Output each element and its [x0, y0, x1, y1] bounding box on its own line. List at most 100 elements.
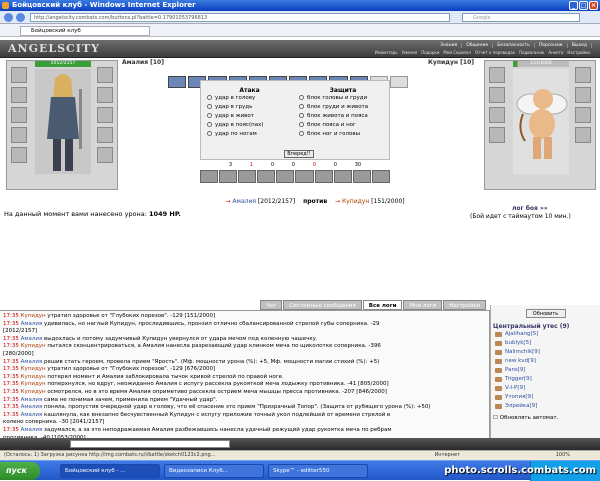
task-skype[interactable]: Skype™ - editter550: [268, 464, 368, 478]
attack-option[interactable]: удар по ногам: [207, 130, 292, 139]
message-author[interactable]: Купидун: [21, 313, 46, 319]
shield-slot[interactable]: [97, 107, 113, 123]
ring2-slot[interactable]: [97, 147, 113, 163]
ability-icon[interactable]: [276, 170, 295, 183]
ability-icon[interactable]: [314, 170, 333, 183]
vs-enemy-name[interactable]: Купидун: [342, 198, 369, 205]
message-author[interactable]: Купидун: [21, 366, 46, 372]
ability-icon[interactable]: [295, 170, 314, 183]
radio-icon[interactable]: [299, 122, 304, 127]
action-slot-empty[interactable]: [389, 76, 409, 88]
forward-icon[interactable]: [16, 13, 25, 22]
vs-player-name[interactable]: Амалия: [232, 198, 256, 205]
ability-icon[interactable]: [371, 170, 390, 183]
message-author[interactable]: Купидун: [21, 389, 46, 395]
subnav-item[interactable]: Инвентарь: [373, 50, 400, 55]
auto-refresh-checkbox[interactable]: ☐ Обновлять автомат.: [493, 415, 598, 421]
tab-all-logs[interactable]: Все логи: [362, 300, 403, 310]
helmet-slot[interactable]: [11, 67, 27, 83]
ability-icon[interactable]: [238, 170, 257, 183]
start-button[interactable]: пуск: [0, 462, 40, 480]
subnav-item[interactable]: Отчет о переводах: [473, 50, 517, 55]
user-item[interactable]: Элрейка[9]: [493, 402, 598, 411]
user-item[interactable]: Nalimchik[9]: [493, 348, 598, 357]
defense-option[interactable]: блок ног и головы: [299, 130, 387, 139]
amulet-slot[interactable]: [97, 67, 113, 83]
tab-system[interactable]: Системные сообщения: [283, 300, 362, 310]
subnav-item[interactable]: Мой Скрипач: [441, 50, 473, 55]
subnav-item[interactable]: Настройки: [565, 50, 592, 55]
attack-option[interactable]: удар в пояс(пах): [207, 121, 292, 130]
subnav-item[interactable]: Подарки: [419, 50, 441, 55]
tab-settings[interactable]: Настройки: [443, 300, 487, 310]
nav-character[interactable]: Персонаж: [535, 43, 568, 48]
message-author[interactable]: Амалия: [21, 397, 43, 403]
go-button[interactable]: Вперед!!: [284, 150, 314, 158]
user-item[interactable]: Pans[9]: [493, 366, 598, 375]
radio-icon[interactable]: [299, 131, 304, 136]
ability-icon[interactable]: [219, 170, 238, 183]
radio-icon[interactable]: [299, 95, 304, 100]
boots-slot[interactable]: [97, 127, 113, 143]
nav-knowledge[interactable]: Знания: [436, 43, 463, 48]
defense-option[interactable]: блок головы и груди: [299, 94, 387, 103]
defense-option[interactable]: блок живота и пояса: [299, 112, 387, 121]
ability-icon[interactable]: [333, 170, 352, 183]
player-name[interactable]: Амалия [10]: [122, 59, 164, 66]
ability-icon[interactable]: [200, 170, 219, 183]
defense-option[interactable]: блок пояса и ног: [299, 121, 387, 130]
radio-icon[interactable]: [299, 113, 304, 118]
belt-slot[interactable]: [11, 127, 27, 143]
close-button[interactable]: ×: [589, 1, 598, 10]
message-author[interactable]: Купидун: [21, 343, 46, 349]
radio-icon[interactable]: [299, 104, 304, 109]
message-author[interactable]: Амалия: [21, 427, 43, 433]
search-input[interactable]: Google: [462, 13, 580, 22]
message-author[interactable]: Амалия: [21, 321, 43, 327]
subnav-item[interactable]: Подвальчик: [517, 50, 546, 55]
tab-chat[interactable]: Чат: [260, 300, 283, 310]
ability-icon[interactable]: [257, 170, 276, 183]
address-input[interactable]: http://angelscity.combats.com/buttons.pl…: [30, 13, 450, 22]
task-video[interactable]: Видеозаписи Клуб...: [164, 464, 264, 478]
user-item[interactable]: new kvd[9]: [493, 357, 598, 366]
user-item[interactable]: V-I-P[9]: [493, 384, 598, 393]
ability-icon[interactable]: [352, 170, 371, 183]
message-author[interactable]: Амалия: [21, 412, 43, 418]
user-item[interactable]: bublyk[5]: [493, 339, 598, 348]
radio-icon[interactable]: [207, 131, 212, 136]
message-author[interactable]: Амалия: [21, 359, 43, 365]
tab-my-logs[interactable]: Мои логи: [403, 300, 443, 310]
armor-slot[interactable]: [11, 107, 27, 123]
nav-exit[interactable]: Выход: [568, 43, 592, 48]
user-item[interactable]: Trigger[9]: [493, 375, 598, 384]
browser-tab[interactable]: Бойцовский клуб: [20, 26, 150, 36]
action-slot[interactable]: [168, 76, 187, 88]
enemy-name[interactable]: Купидун [10]: [428, 59, 474, 66]
minimize-button[interactable]: _: [569, 1, 578, 10]
attack-option[interactable]: удар в голову: [207, 94, 292, 103]
maximize-button[interactable]: □: [579, 1, 588, 10]
message-author[interactable]: Купидун: [21, 374, 46, 380]
attack-option[interactable]: удар в живот: [207, 112, 292, 121]
back-icon[interactable]: [4, 13, 13, 22]
radio-icon[interactable]: [207, 122, 212, 127]
chat-input[interactable]: [70, 440, 230, 448]
ring-slot[interactable]: [11, 147, 27, 163]
weapon-slot[interactable]: [11, 87, 27, 103]
user-item[interactable]: Утопия[9]: [493, 393, 598, 402]
subnav-item[interactable]: Анкета: [546, 50, 565, 55]
task-ie[interactable]: Бойцовский клуб - ...: [60, 464, 160, 478]
subnav-item[interactable]: Умения: [400, 50, 420, 55]
nav-chat[interactable]: Общение: [462, 43, 494, 48]
attack-option[interactable]: удар в грудь: [207, 103, 292, 112]
defense-option[interactable]: блок груди и живота: [299, 103, 387, 112]
refresh-button[interactable]: Обновить: [525, 309, 566, 318]
message-author[interactable]: Амалия: [21, 404, 43, 410]
radio-icon[interactable]: [207, 104, 212, 109]
radio-icon[interactable]: [207, 113, 212, 118]
user-item[interactable]: Ajalihang[5]: [493, 330, 598, 339]
zoom-level[interactable]: 100%: [556, 451, 570, 460]
message-author[interactable]: Амалия: [21, 336, 43, 342]
gloves-slot[interactable]: [97, 87, 113, 103]
